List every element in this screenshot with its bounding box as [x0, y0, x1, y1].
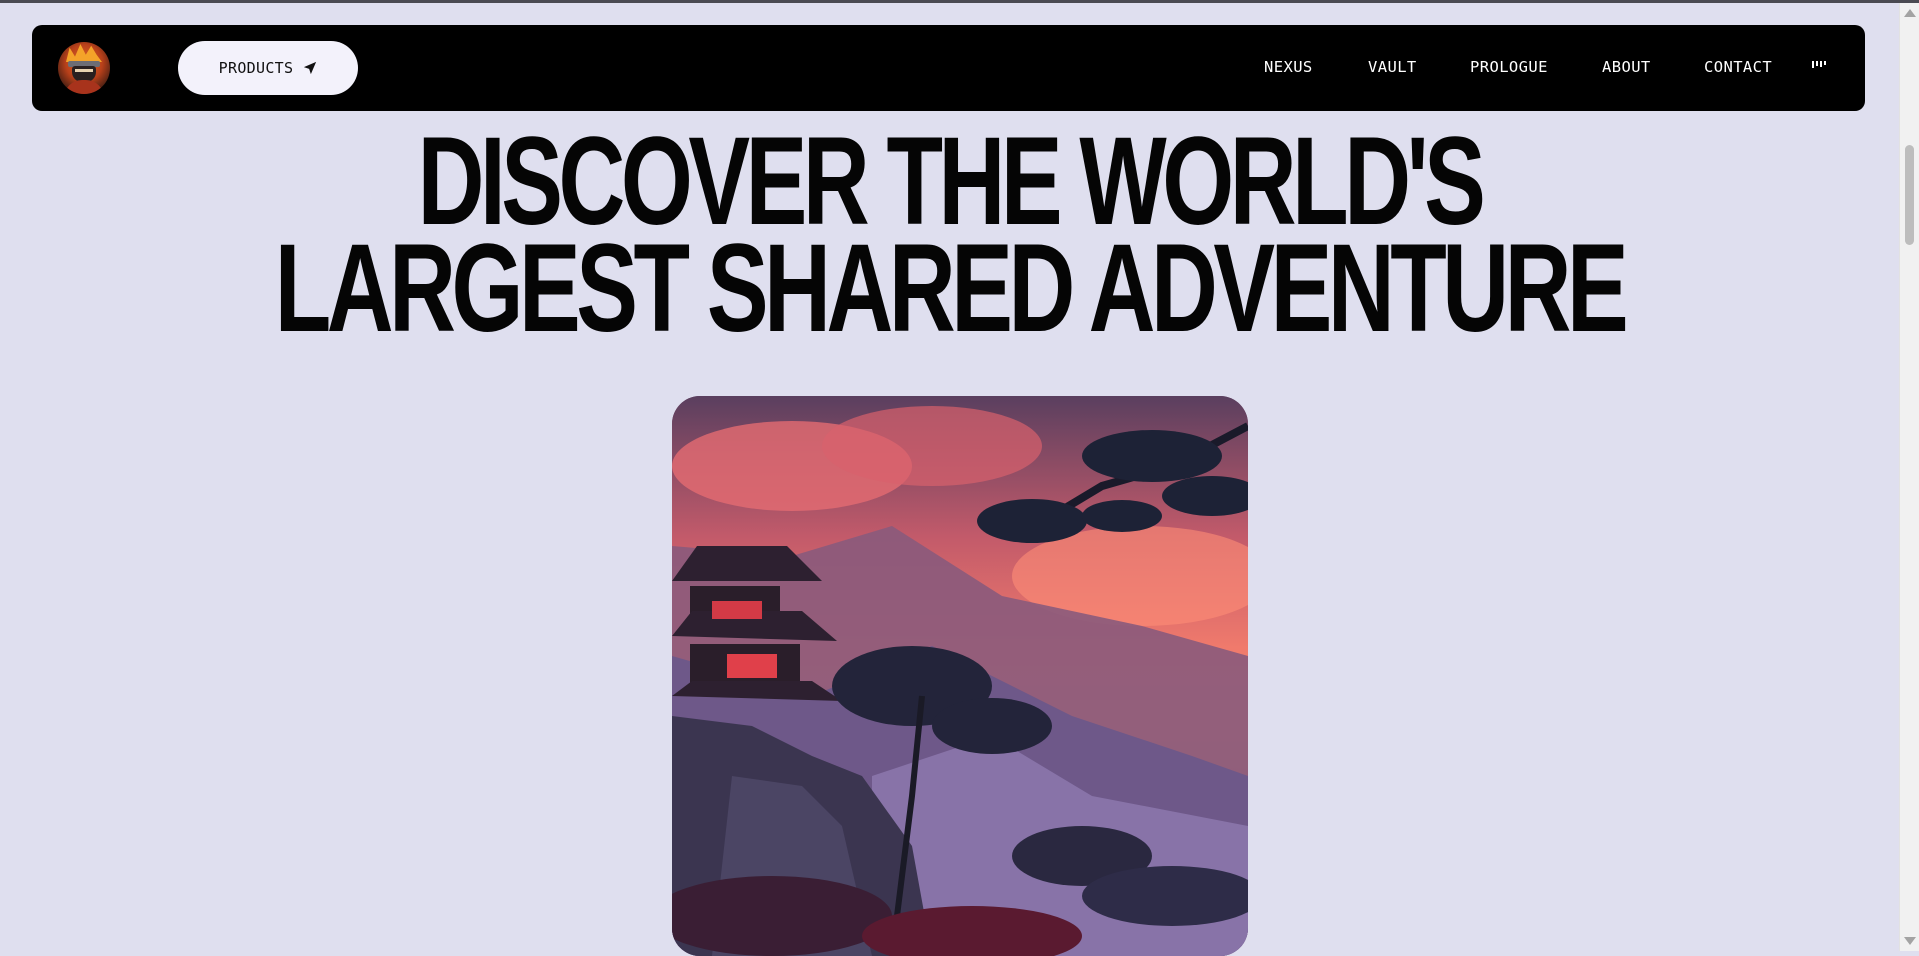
- logo-icon[interactable]: [58, 42, 110, 94]
- nav-link-contact[interactable]: CONTACT: [1704, 58, 1772, 76]
- scroll-up-icon[interactable]: [1904, 9, 1916, 17]
- nav-link-about[interactable]: ABOUT: [1602, 58, 1651, 76]
- navbar: PRODUCTS NEXUS VAULT PROLOGUE ABOUT CONT…: [32, 25, 1865, 111]
- window-top-border: [0, 0, 1919, 3]
- nav-link-nexus[interactable]: NEXUS: [1264, 58, 1313, 76]
- hero-image: [672, 396, 1248, 956]
- products-button[interactable]: PRODUCTS: [178, 41, 358, 95]
- pagoda-landscape-illustration: [672, 396, 1248, 956]
- scrollbar[interactable]: [1899, 3, 1919, 951]
- hero-title: DISCOVER THE WORLD'S LARGEST SHARED ADVE…: [0, 119, 1899, 358]
- hero-title-line-2: LARGEST SHARED ADVENTURE: [274, 219, 1629, 358]
- nav-link-prologue[interactable]: PROLOGUE: [1470, 58, 1548, 76]
- scroll-down-icon[interactable]: [1904, 937, 1916, 945]
- bars-icon[interactable]: [1812, 61, 1826, 71]
- scroll-thumb[interactable]: [1905, 145, 1914, 245]
- nav-link-vault[interactable]: VAULT: [1368, 58, 1417, 76]
- send-arrow-icon: [304, 61, 317, 75]
- products-button-label: PRODUCTS: [218, 59, 294, 77]
